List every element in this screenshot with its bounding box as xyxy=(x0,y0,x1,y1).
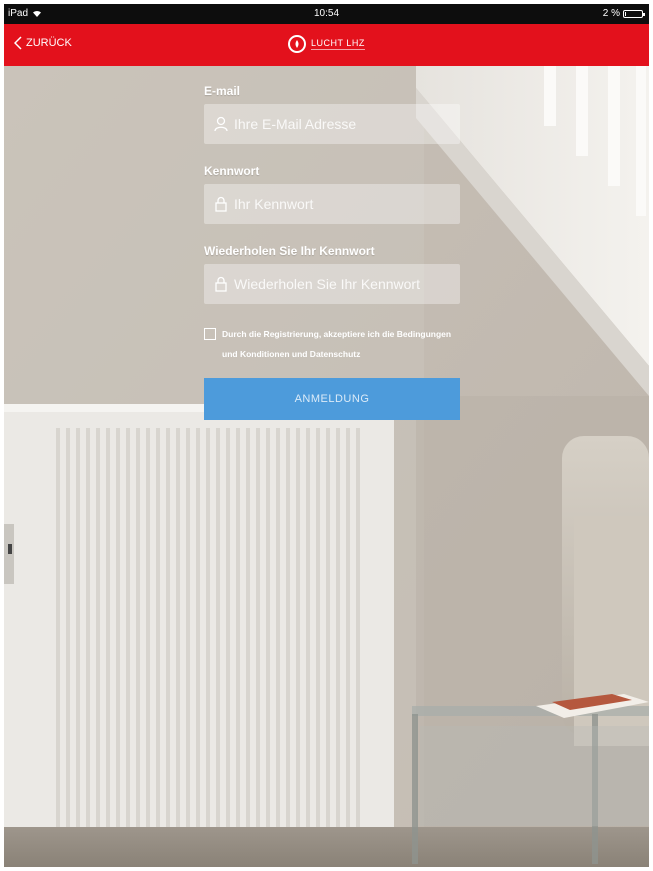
terms-text: Durch die Registrierung, akzeptiere ich … xyxy=(222,329,452,359)
brand-name: LUCHT LHZ xyxy=(311,38,365,50)
status-bar: iPad 10:54 2 % xyxy=(4,4,649,24)
status-right: 2 % xyxy=(602,8,645,19)
status-time: 10:54 xyxy=(313,8,340,19)
brand-mark-icon xyxy=(288,35,306,53)
lock-icon xyxy=(210,193,232,215)
nav-bar: ZURÜCK LUCHT LHZ xyxy=(4,24,649,66)
register-button[interactable]: ANMELDUNG xyxy=(204,378,460,420)
battery-icon xyxy=(623,9,645,18)
password-field-box xyxy=(204,184,460,224)
back-button[interactable]: ZURÜCK xyxy=(14,36,72,50)
terms-row: Durch die Registrierung, akzeptiere ich … xyxy=(204,324,460,364)
password-label: Kennwort xyxy=(204,164,260,178)
app-screen: iPad 10:54 2 % ZURÜCK LUCHT LHZ E-mail I… xyxy=(4,4,649,867)
repeat-password-label: Wiederholen Sie Ihr Kennwort xyxy=(204,244,375,258)
user-icon xyxy=(210,113,232,135)
email-label: E-mail xyxy=(204,84,241,98)
back-label: ZURÜCK xyxy=(26,37,72,49)
password-input[interactable] xyxy=(232,195,446,213)
brand-logo: LUCHT LHZ xyxy=(288,35,365,53)
repeat-password-input[interactable] xyxy=(232,275,446,293)
battery-percent: 2 % xyxy=(602,8,620,19)
email-input[interactable] xyxy=(232,115,446,133)
repeat-password-field-box xyxy=(204,264,460,304)
chevron-left-icon xyxy=(14,36,22,50)
lock-icon xyxy=(210,273,232,295)
email-field-box xyxy=(204,104,460,144)
terms-checkbox[interactable] xyxy=(204,328,216,340)
